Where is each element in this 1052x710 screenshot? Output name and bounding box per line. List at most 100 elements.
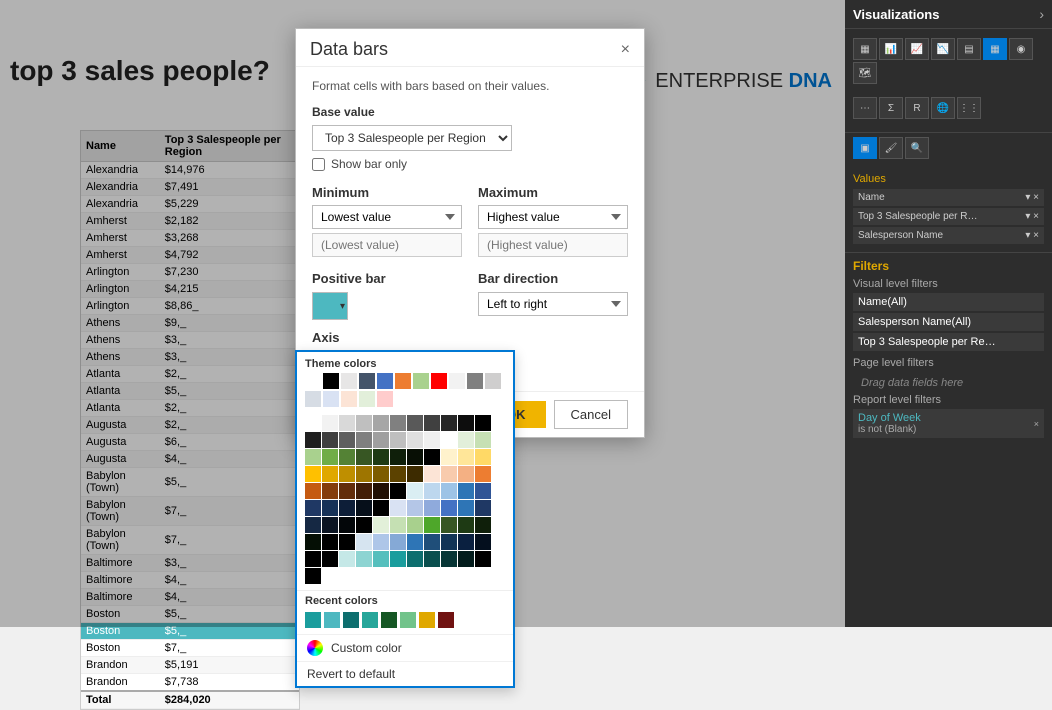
gradient-cell[interactable] xyxy=(305,415,321,431)
gradient-cell[interactable] xyxy=(390,517,406,533)
recent-swatch[interactable] xyxy=(362,612,378,628)
viz-icon-13[interactable]: ⋮⋮ xyxy=(957,97,981,119)
gradient-cell[interactable] xyxy=(356,432,372,448)
gradient-cell[interactable] xyxy=(441,466,457,482)
theme-swatch[interactable] xyxy=(395,373,411,389)
gradient-cell[interactable] xyxy=(322,483,338,499)
gradient-cell[interactable] xyxy=(458,534,474,550)
gradient-cell[interactable] xyxy=(458,466,474,482)
gradient-cell[interactable] xyxy=(339,483,355,499)
recent-swatch[interactable] xyxy=(343,612,359,628)
recent-swatch[interactable] xyxy=(305,612,321,628)
theme-swatch[interactable] xyxy=(431,373,447,389)
theme-swatch[interactable] xyxy=(359,373,375,389)
gradient-cell[interactable] xyxy=(356,551,372,567)
gradient-cell[interactable] xyxy=(322,415,338,431)
format-icon-3[interactable]: 🔍 xyxy=(905,137,929,159)
gradient-cell[interactable] xyxy=(424,432,440,448)
gradient-cell[interactable] xyxy=(441,415,457,431)
viz-icon-5[interactable]: ▤ xyxy=(957,38,981,60)
gradient-cell[interactable] xyxy=(441,449,457,465)
recent-swatch[interactable] xyxy=(381,612,397,628)
gradient-cell[interactable] xyxy=(475,517,491,533)
dialog-close-button[interactable]: × xyxy=(621,41,630,59)
gradient-cell[interactable] xyxy=(305,517,321,533)
field-salesperson-controls[interactable]: ▾ × xyxy=(1025,230,1039,241)
gradient-cell[interactable] xyxy=(305,466,321,482)
maximum-input[interactable] xyxy=(478,233,628,257)
recent-swatch[interactable] xyxy=(438,612,454,628)
gradient-cell[interactable] xyxy=(475,500,491,516)
format-icon-2[interactable]: 🖌 xyxy=(879,137,903,159)
theme-swatch[interactable] xyxy=(341,391,357,407)
gradient-cell[interactable] xyxy=(424,517,440,533)
gradient-cell[interactable] xyxy=(356,500,372,516)
gradient-cell[interactable] xyxy=(322,449,338,465)
recent-swatch[interactable] xyxy=(419,612,435,628)
viz-icon-8[interactable]: 🗺 xyxy=(853,62,877,84)
gradient-cell[interactable] xyxy=(475,432,491,448)
gradient-cell[interactable] xyxy=(339,534,355,550)
viz-icon-10[interactable]: Σ xyxy=(879,97,903,119)
filter-day-close[interactable]: × xyxy=(1034,419,1039,429)
recent-swatch[interactable] xyxy=(324,612,340,628)
gradient-cell[interactable] xyxy=(356,517,372,533)
gradient-cell[interactable] xyxy=(339,449,355,465)
theme-swatch[interactable] xyxy=(449,373,465,389)
gradient-cell[interactable] xyxy=(390,551,406,567)
viz-icon-9[interactable]: ⋯ xyxy=(853,97,877,119)
gradient-cell[interactable] xyxy=(305,551,321,567)
gradient-cell[interactable] xyxy=(339,466,355,482)
gradient-cell[interactable] xyxy=(322,517,338,533)
gradient-cell[interactable] xyxy=(322,432,338,448)
gradient-cell[interactable] xyxy=(441,500,457,516)
viz-icon-7[interactable]: ◉ xyxy=(1009,38,1033,60)
format-icon-1[interactable]: ▣ xyxy=(853,137,877,159)
theme-swatch[interactable] xyxy=(323,391,339,407)
gradient-cell[interactable] xyxy=(390,466,406,482)
positive-bar-color-btn[interactable] xyxy=(312,292,348,320)
viz-icon-2[interactable]: 📊 xyxy=(879,38,903,60)
gradient-cell[interactable] xyxy=(373,415,389,431)
gradient-cell[interactable] xyxy=(305,483,321,499)
gradient-cell[interactable] xyxy=(407,483,423,499)
gradient-cell[interactable] xyxy=(407,500,423,516)
gradient-cell[interactable] xyxy=(407,415,423,431)
gradient-cell[interactable] xyxy=(305,449,321,465)
base-value-select[interactable]: Top 3 Salespeople per Region xyxy=(312,125,512,151)
gradient-cell[interactable] xyxy=(407,551,423,567)
viz-icon-12[interactable]: 🌐 xyxy=(931,97,955,119)
gradient-cell[interactable] xyxy=(390,500,406,516)
gradient-cell[interactable] xyxy=(407,432,423,448)
gradient-cell[interactable] xyxy=(407,449,423,465)
viz-panel-chevron[interactable]: › xyxy=(1039,6,1044,22)
gradient-cell[interactable] xyxy=(424,449,440,465)
gradient-cell[interactable] xyxy=(339,517,355,533)
gradient-cell[interactable] xyxy=(373,483,389,499)
gradient-cell[interactable] xyxy=(458,500,474,516)
gradient-cell[interactable] xyxy=(390,534,406,550)
gradient-cell[interactable] xyxy=(390,483,406,499)
gradient-cell[interactable] xyxy=(424,415,440,431)
gradient-cell[interactable] xyxy=(458,432,474,448)
gradient-cell[interactable] xyxy=(356,483,372,499)
gradient-cell[interactable] xyxy=(475,466,491,482)
viz-icon-6[interactable]: ▦ xyxy=(983,38,1007,60)
gradient-cell[interactable] xyxy=(356,449,372,465)
theme-swatch[interactable] xyxy=(323,373,339,389)
gradient-cell[interactable] xyxy=(424,534,440,550)
theme-swatch[interactable] xyxy=(377,391,393,407)
viz-icon-3[interactable]: 📈 xyxy=(905,38,929,60)
recent-swatch[interactable] xyxy=(400,612,416,628)
field-top3-controls[interactable]: ▾ × xyxy=(1025,211,1039,222)
gradient-cell[interactable] xyxy=(390,432,406,448)
gradient-cell[interactable] xyxy=(424,500,440,516)
gradient-cell[interactable] xyxy=(373,517,389,533)
theme-swatch[interactable] xyxy=(467,373,483,389)
gradient-cell[interactable] xyxy=(475,415,491,431)
gradient-cell[interactable] xyxy=(458,449,474,465)
gradient-cell[interactable] xyxy=(441,483,457,499)
theme-swatch[interactable] xyxy=(305,391,321,407)
gradient-cell[interactable] xyxy=(458,551,474,567)
gradient-cell[interactable] xyxy=(356,466,372,482)
